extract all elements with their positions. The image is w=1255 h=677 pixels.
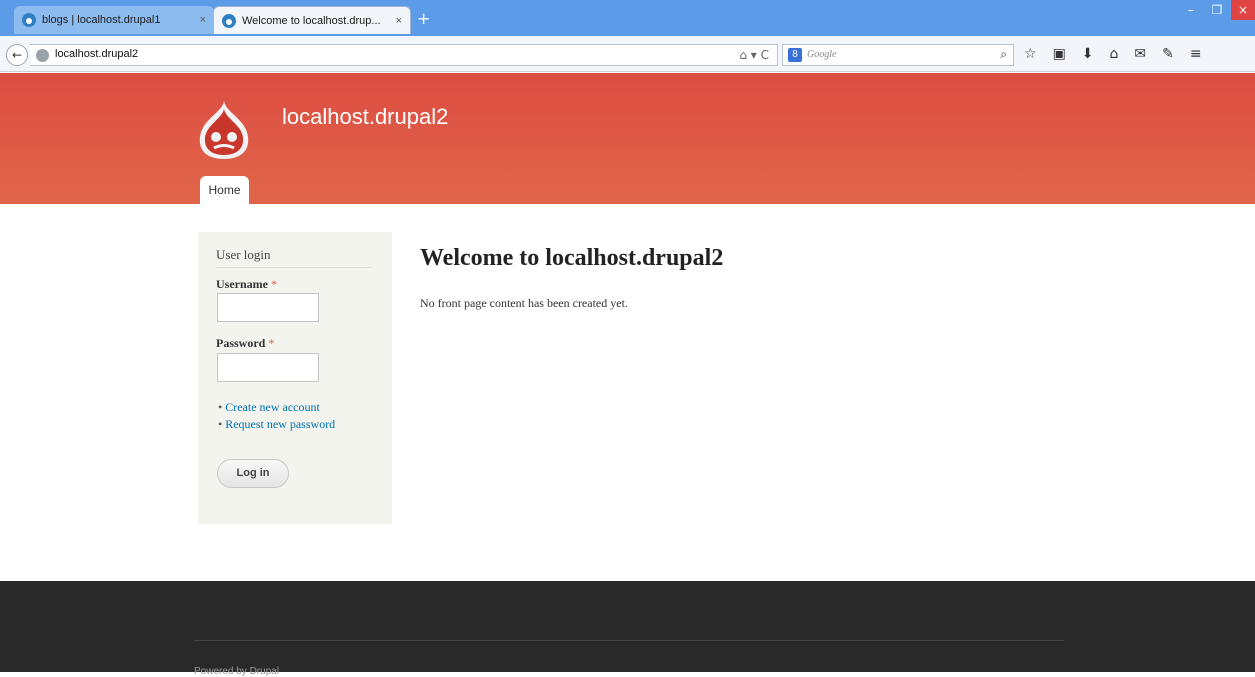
bookmark-star-icon[interactable]: ☆ [1024,46,1037,62]
browser-tab-bar: blogs | localhost.drupal1 × Welcome to l… [0,0,1255,36]
back-button[interactable]: ← [6,44,28,66]
username-label: Username * [216,277,277,291]
site-header: localhost.drupal2 Home [0,73,1255,204]
browser-toolbar: ☆ ▣ ⬇ ⌂ ✉ ✎ ≡ [1024,46,1202,62]
minimize-button[interactable]: – [1178,0,1204,20]
maximize-button[interactable]: ❐ [1204,0,1230,20]
new-tab-button[interactable]: + [417,9,430,28]
drupal-favicon-icon [22,13,36,27]
url-bar[interactable]: localhost.drupal2 ⌂ ▾ C [30,44,778,66]
page-body-text: No front page content has been created y… [420,296,628,310]
block-divider [216,267,372,268]
bookmarks-list-icon[interactable]: ▣ [1053,46,1066,62]
drupal-logo-icon[interactable] [196,99,252,161]
url-bar-icons[interactable]: ⌂ ▾ C [739,48,769,62]
search-input[interactable]: Google [807,49,836,60]
search-bar[interactable]: 8 Google ⌕ [782,44,1014,66]
url-text[interactable]: localhost.drupal2 [55,48,138,60]
required-marker: * [268,336,275,350]
site-name[interactable]: localhost.drupal2 [282,104,448,130]
tab-label: Welcome to localhost.drup... [242,14,381,27]
site-footer: Powered by Drupal [0,581,1255,677]
user-login-block: User login Username * Password * Create … [198,232,392,524]
tab-welcome[interactable]: Welcome to localhost.drup... × [213,6,411,34]
browser-nav-bar: ← localhost.drupal2 ⌂ ▾ C 8 Google ⌕ ☆ ▣… [0,36,1255,72]
log-in-button[interactable]: Log in [217,459,289,488]
username-input[interactable] [217,293,319,322]
page-title: Welcome to localhost.drupal2 [420,245,724,271]
block-title: User login [216,247,271,262]
tool-icon[interactable]: ✎ [1162,46,1174,62]
menu-icon[interactable]: ≡ [1190,46,1202,62]
globe-icon [36,49,49,62]
drupal-favicon-icon [222,13,236,28]
tab-label: blogs | localhost.drupal1 [42,14,161,26]
search-engine-icon[interactable]: 8 [788,48,802,62]
password-label: Password * [216,336,275,350]
nav-tab-home[interactable]: Home [200,176,249,204]
tab-close-icon[interactable]: × [396,15,402,27]
search-icon[interactable]: ⌕ [1000,47,1007,62]
tab-close-icon[interactable]: × [200,14,206,26]
request-password-link[interactable]: Request new password [218,416,335,433]
footer-divider [194,640,1064,641]
required-marker: * [270,277,277,291]
home-icon[interactable]: ⌂ [1110,46,1119,62]
password-input[interactable] [217,353,319,382]
create-account-link[interactable]: Create new account [218,399,335,416]
tab-blogs[interactable]: blogs | localhost.drupal1 × [14,6,214,34]
close-window-button[interactable]: × [1231,0,1255,20]
login-links: Create new account Request new password [218,399,335,433]
downloads-icon[interactable]: ⬇ [1082,46,1094,62]
addon-icon[interactable]: ✉ [1134,46,1146,62]
